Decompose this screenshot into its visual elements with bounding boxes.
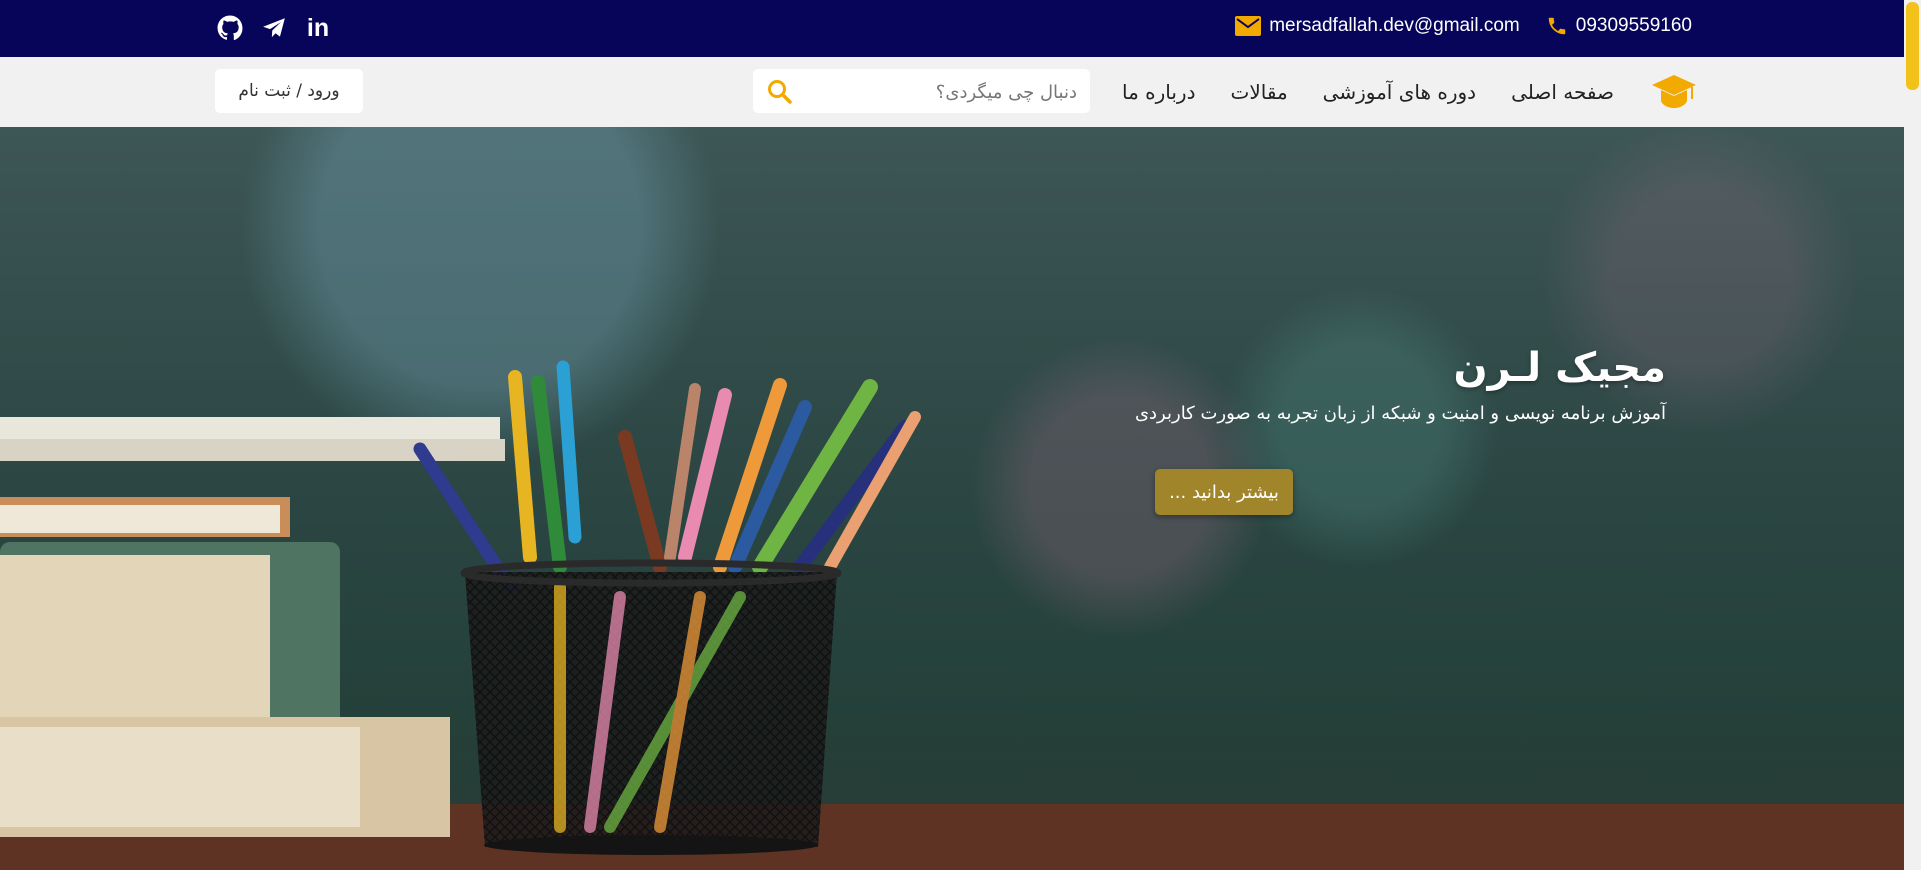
nav-courses[interactable]: دوره های آموزشی xyxy=(1323,80,1476,104)
phone-text: 09309559160 xyxy=(1575,15,1692,36)
main-navbar: صفحه اصلی دوره های آموزشی مقالات درباره … xyxy=(0,57,1904,127)
contact-info: mersadfallah.dev@gmail.com 09309559160 xyxy=(1235,14,1692,38)
learn-more-button[interactable]: بیشتر بدانید ... xyxy=(1155,469,1293,515)
github-icon[interactable] xyxy=(216,14,244,42)
nav-about[interactable]: درباره ما xyxy=(1122,80,1196,104)
hero-banner: مجیک لـرن آموزش برنامه نویسی و امنیت و ش… xyxy=(0,127,1904,870)
mail-icon xyxy=(1235,16,1262,36)
nav-articles[interactable]: مقالات xyxy=(1231,80,1288,104)
telegram-icon[interactable] xyxy=(260,14,288,42)
email-contact[interactable]: mersadfallah.dev@gmail.com xyxy=(1235,15,1520,37)
linkedin-icon[interactable]: in xyxy=(304,14,332,42)
hero-title: مجیک لـرن xyxy=(1453,345,1666,391)
top-contact-bar: in mersadfallah.dev@gmail.com 0930955916… xyxy=(0,0,1904,57)
login-register-button[interactable]: ورود / ثبت نام xyxy=(215,69,363,113)
page-scrollbar[interactable] xyxy=(1904,0,1921,870)
graduation-cap-icon[interactable] xyxy=(1650,67,1698,115)
nav-menu: صفحه اصلی دوره های آموزشی مقالات درباره … xyxy=(1122,57,1614,127)
social-links: in xyxy=(216,14,332,42)
email-text: mersadfallah.dev@gmail.com xyxy=(1269,15,1520,36)
hero-subtitle: آموزش برنامه نویسی و امنیت و شبکه از زبا… xyxy=(1134,403,1666,424)
hero-background-image xyxy=(0,360,1904,870)
phone-icon xyxy=(1548,17,1565,35)
search-icon[interactable] xyxy=(767,79,793,105)
search-input[interactable] xyxy=(803,69,1079,115)
linkedin-icon-text: in xyxy=(306,13,330,42)
hero-text-block: مجیک لـرن آموزش برنامه نویسی و امنیت و ش… xyxy=(1135,345,1666,442)
nav-home[interactable]: صفحه اصلی xyxy=(1511,80,1614,104)
search-box xyxy=(753,69,1090,115)
phone-contact[interactable]: 09309559160 xyxy=(1546,14,1692,38)
scrollbar-thumb[interactable] xyxy=(1906,2,1919,90)
